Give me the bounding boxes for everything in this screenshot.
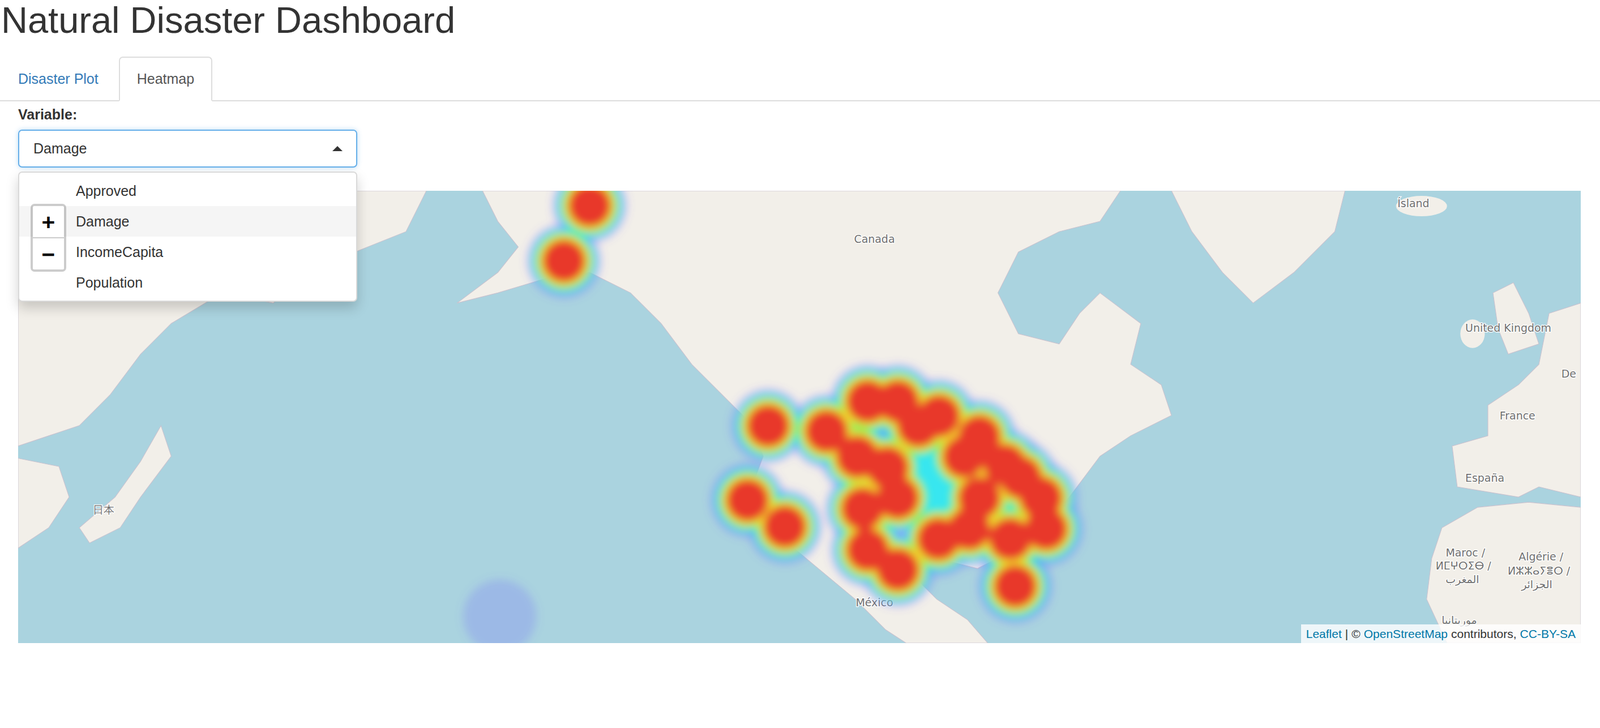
- heat-point: [542, 239, 586, 283]
- tab-bar: Disaster PlotHeatmap: [0, 56, 1600, 102]
- dashboard-page: Natural Disaster Dashboard Disaster PlotH…: [0, 0, 1600, 728]
- heat-point: [876, 548, 920, 592]
- map-label: الجزائر: [1520, 578, 1553, 592]
- zoom-in-button[interactable]: +: [32, 206, 64, 239]
- map-label: De: [1561, 367, 1577, 380]
- land: [1452, 302, 1581, 498]
- attribution-link[interactable]: CC-BY-SA: [1520, 625, 1576, 643]
- heat-point: [731, 388, 806, 463]
- map-label: United Kingdom: [1465, 321, 1552, 335]
- heat-point: [746, 404, 790, 448]
- select-box[interactable]: Damage: [18, 129, 358, 168]
- heat-layer: [463, 190, 1084, 644]
- heat-point: [561, 190, 619, 235]
- heat-point: [1024, 507, 1068, 551]
- select-option[interactable]: Approved: [19, 175, 357, 207]
- map-label: 日本: [92, 503, 115, 516]
- land: [18, 458, 70, 549]
- land: [1396, 195, 1448, 217]
- map-label: المغرب: [1445, 572, 1479, 586]
- attribution-text: contributors,: [1451, 625, 1517, 643]
- heat-point: [917, 394, 961, 438]
- tab[interactable]: Heatmap: [118, 56, 213, 102]
- tab-content: Variable:DamageApprovedDamageIncomeCapit…: [0, 104, 1600, 644]
- heat-point: [568, 190, 612, 228]
- select-option[interactable]: Damage: [19, 206, 357, 237]
- heat-point: [841, 487, 885, 531]
- map-label: France: [1499, 409, 1536, 422]
- map-label: Ísland: [1397, 197, 1430, 210]
- map-label: Algérie /: [1518, 550, 1564, 563]
- heat-point: [947, 507, 991, 551]
- select-dropdown: ApprovedDamageIncomeCapitaPopulation: [18, 171, 358, 302]
- heat-point: [463, 579, 537, 644]
- map-attribution: Leaflet|©OpenStreetMapcontributors,CC-BY…: [1301, 624, 1581, 644]
- select-option[interactable]: IncomeCapita: [19, 236, 357, 268]
- water: [18, 190, 1581, 644]
- heat-point: [742, 400, 794, 452]
- heat-point: [942, 435, 986, 479]
- land: [456, 190, 1172, 644]
- map-label: España: [1465, 471, 1505, 485]
- zoom-out-button[interactable]: −: [32, 238, 64, 270]
- heat-point: [763, 505, 807, 549]
- tab[interactable]: Disaster Plot: [0, 56, 117, 102]
- variable-select: DamageApprovedDamageIncomeCapitaPopulati…: [18, 129, 358, 168]
- variable-label: Variable:: [18, 104, 1581, 126]
- heat-point: [993, 565, 1037, 609]
- land: [18, 190, 427, 447]
- land: [1171, 190, 1345, 303]
- heat-point: [535, 232, 593, 290]
- heat-point: [563, 190, 615, 231]
- heat-point: [988, 517, 1032, 561]
- map-label: ⵍⵣⵣⴰⵢⴻⵔ /: [1507, 564, 1571, 577]
- attribution-text: ©: [1351, 625, 1360, 643]
- land: [79, 425, 171, 543]
- map-label: Maroc /: [1445, 546, 1486, 559]
- heat-point: [532, 229, 596, 293]
- heat-point: [726, 478, 770, 523]
- heat-point: [989, 560, 1041, 612]
- land: [1492, 282, 1539, 354]
- zoom-control: +−: [30, 203, 67, 272]
- heat-point: [739, 397, 797, 455]
- heat-point: [986, 557, 1045, 615]
- attribution-text: |: [1345, 625, 1349, 643]
- heat-point: [983, 554, 1047, 618]
- select-option[interactable]: Population: [19, 267, 357, 298]
- attribution-link[interactable]: Leaflet: [1306, 625, 1342, 643]
- land: [1426, 502, 1581, 644]
- attribution-link[interactable]: OpenStreetMap: [1363, 625, 1448, 643]
- heat-point: [538, 235, 590, 287]
- map-label: Canada: [854, 232, 896, 246]
- heat-point: [736, 394, 800, 458]
- caret-icon: [332, 146, 343, 152]
- map-label: ⵍⵎⵖⵔⵉⴱ /: [1435, 559, 1492, 572]
- page-title: Natural Disaster Dashboard: [0, 0, 1600, 41]
- select-value: Damage: [33, 140, 88, 157]
